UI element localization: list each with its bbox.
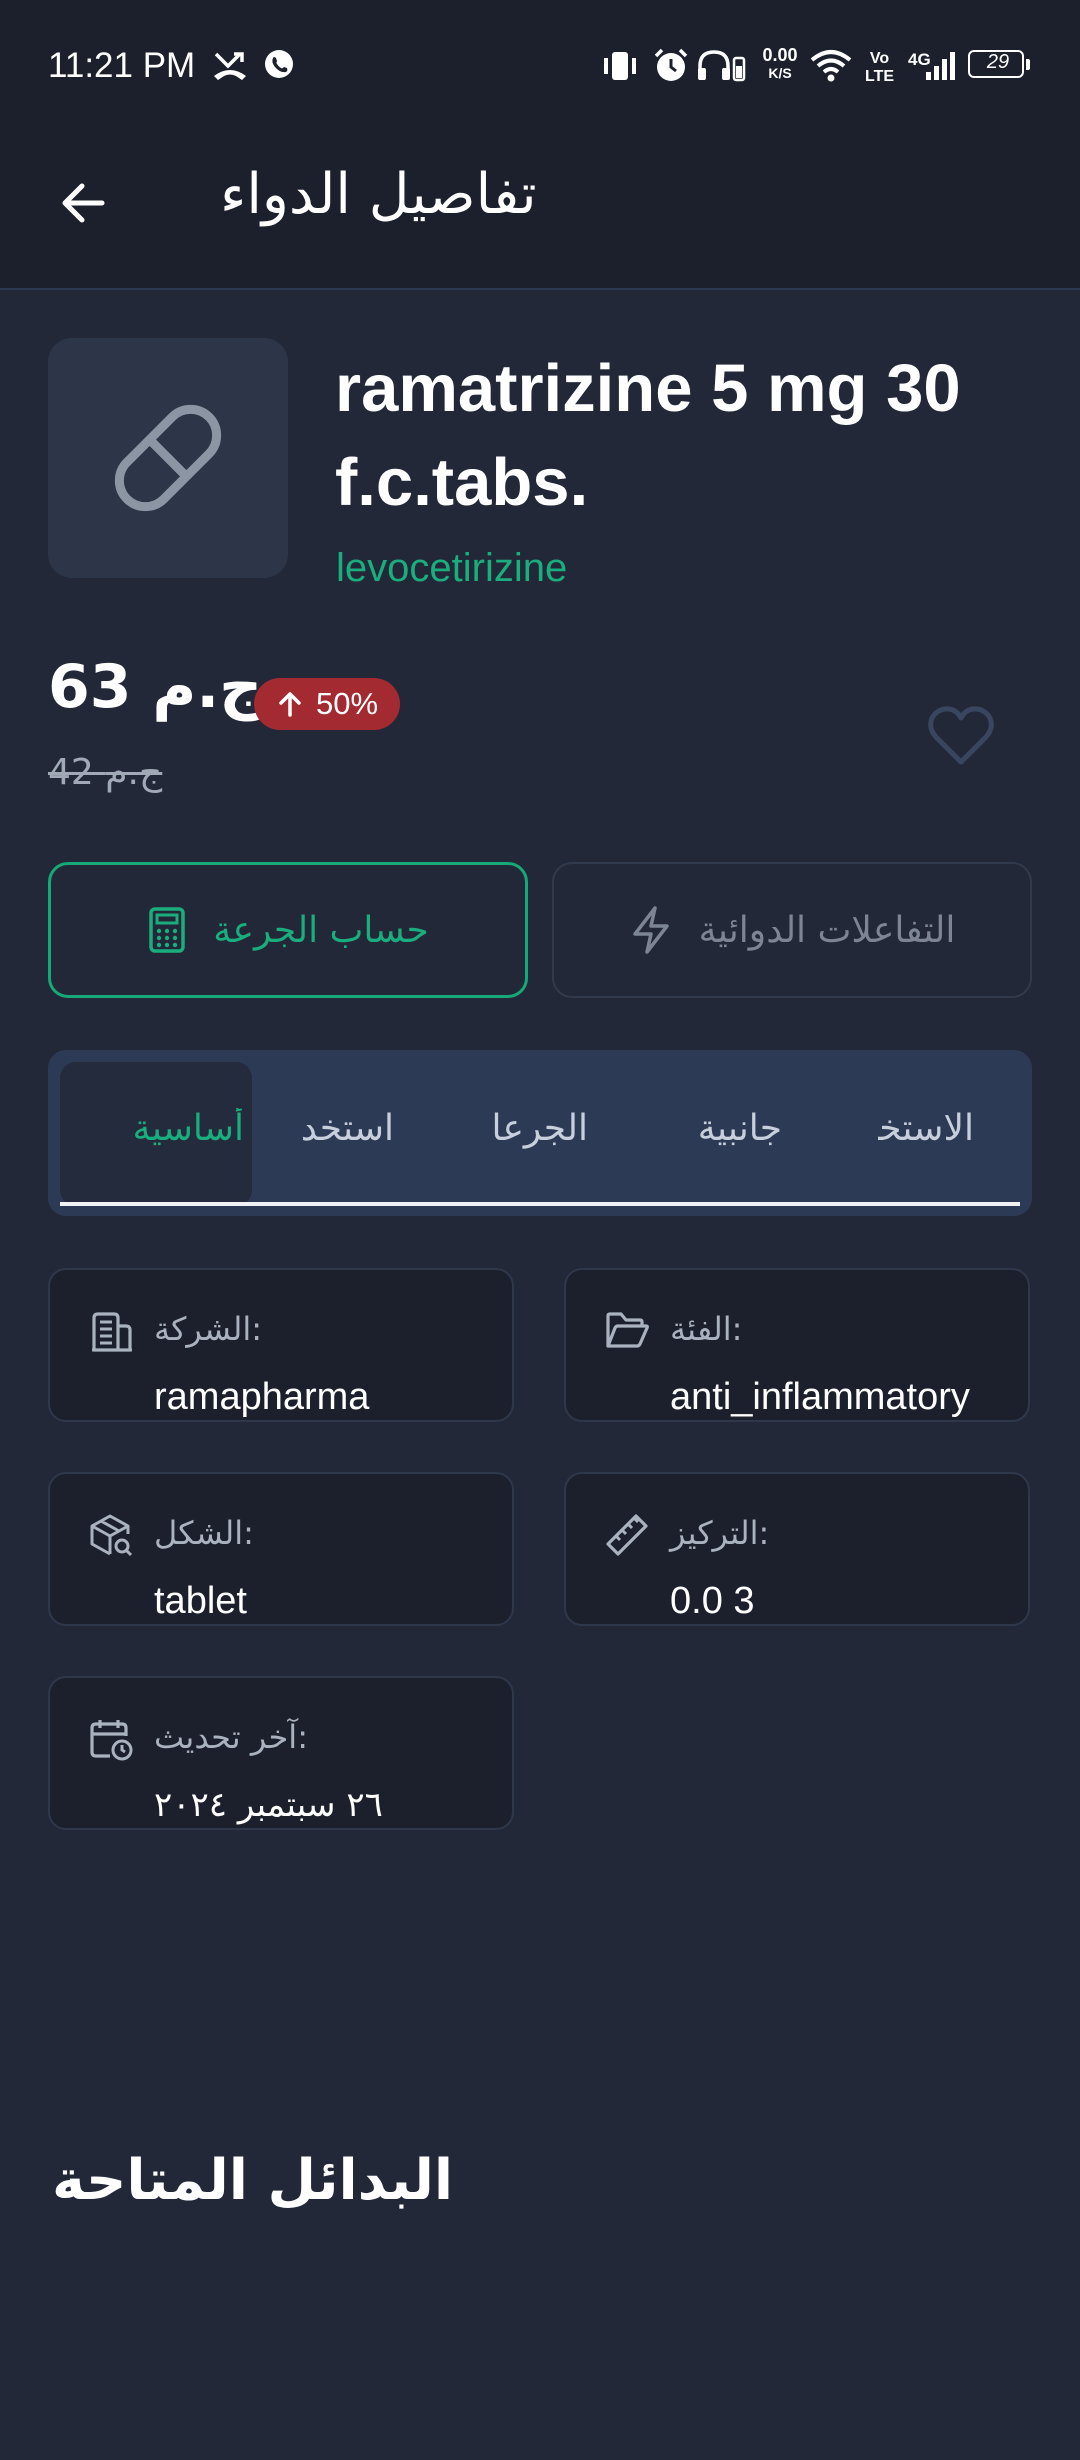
missed-call-icon — [214, 52, 246, 80]
price-change-badge: 50% — [254, 678, 401, 730]
network-speed: 0.00 K/S — [758, 46, 802, 82]
vibrate-icon — [604, 52, 636, 80]
company-value: ramapharma — [154, 1376, 370, 1418]
price-change-value: 50% — [316, 686, 379, 721]
tab-label: أساسية — [132, 1108, 244, 1149]
tab-usage[interactable]: الاستخدام — [878, 1108, 974, 1156]
app-bar — [0, 130, 1080, 290]
old-price: 42 ج.م — [48, 752, 163, 793]
speed-unit: K/S — [768, 65, 792, 81]
signal-icon — [926, 52, 955, 80]
heart-icon — [928, 706, 994, 765]
speed-value: 0.00 — [762, 45, 798, 65]
tab-label: الجرعات — [492, 1108, 588, 1149]
category-label: :الفئة — [670, 1310, 743, 1348]
dose-calculator-button[interactable]: حساب الجرعة — [48, 862, 528, 998]
tab-label: الاستخدام — [878, 1108, 974, 1149]
drug-name: ramatrizine 5 mg 30 f.c.tabs. — [335, 351, 961, 520]
arrow-left-icon — [62, 183, 105, 223]
drug-interactions-label: التفاعلات الدوائية — [698, 909, 956, 951]
drug-interactions-button[interactable]: التفاعلات الدوائية — [552, 862, 1032, 998]
battery-tip — [1026, 59, 1030, 70]
concentration-value: 0.0 3 — [670, 1580, 755, 1622]
last-updated-label: :آخر تحديث — [154, 1718, 308, 1756]
form-value: tablet — [154, 1580, 247, 1622]
tab-basic-info[interactable]: أساسية — [108, 1108, 244, 1156]
viber-icon — [265, 50, 293, 78]
drug-image — [48, 338, 288, 578]
folder-icon — [606, 1312, 649, 1348]
volte-bottom: LTE — [865, 68, 895, 85]
volte-top: Vo — [869, 50, 890, 67]
tab-side-effects[interactable]: جانبية — [686, 1108, 782, 1156]
package-search-icon — [90, 1514, 133, 1557]
category-card: :الفئة anti_inflammatory — [564, 1268, 1030, 1422]
last-updated-card: :آخر تحديث ٢٦ سبتمبر ٢٠٢٤ — [48, 1676, 514, 1830]
headphones-battery-icon — [698, 50, 746, 82]
alternatives-heading: البدائل المتاحة — [52, 2148, 454, 2213]
form-label: :الشكل — [154, 1514, 254, 1552]
form-card: :الشكل tablet — [48, 1472, 514, 1626]
tab-underline — [60, 1202, 1020, 1206]
page-title: تفاصيل الدواء — [220, 162, 537, 227]
favorite-button[interactable] — [926, 704, 996, 768]
tab-usages[interactable]: استخدامات — [300, 1108, 394, 1156]
back-button[interactable] — [52, 172, 114, 234]
battery-level: 29 — [986, 51, 1010, 73]
calculator-icon — [149, 907, 185, 953]
tab-label: استخدامات — [300, 1108, 394, 1149]
ruler-icon — [606, 1514, 648, 1556]
alarm-icon — [654, 48, 688, 81]
pill-icon — [114, 404, 222, 512]
dose-calculator-label: حساب الجرعة — [213, 909, 429, 951]
concentration-label: :التركيز — [670, 1514, 770, 1552]
last-updated-value: ٢٦ سبتمبر ٢٠٢٤ — [154, 1785, 383, 1825]
company-label: :الشركة — [154, 1310, 263, 1348]
tab-doses[interactable]: الجرعات — [492, 1108, 588, 1156]
company-card: :الشركة ramapharma — [48, 1268, 514, 1422]
generic-name: levocetirizine — [336, 546, 568, 590]
wifi-icon — [810, 50, 852, 82]
concentration-card: :التركيز 0.0 3 — [564, 1472, 1030, 1626]
current-price: 63 ج.م — [48, 652, 263, 722]
tab-label: جانبية — [697, 1108, 782, 1149]
category-value: anti_inflammatory — [670, 1376, 970, 1418]
arrow-up-icon — [279, 692, 301, 717]
building-icon — [92, 1312, 132, 1352]
volte-indicator: Vo LTE — [865, 50, 894, 86]
calendar-clock-icon — [90, 1720, 133, 1761]
status-time: 11:21 PM — [48, 46, 196, 85]
lightning-icon — [632, 906, 669, 954]
